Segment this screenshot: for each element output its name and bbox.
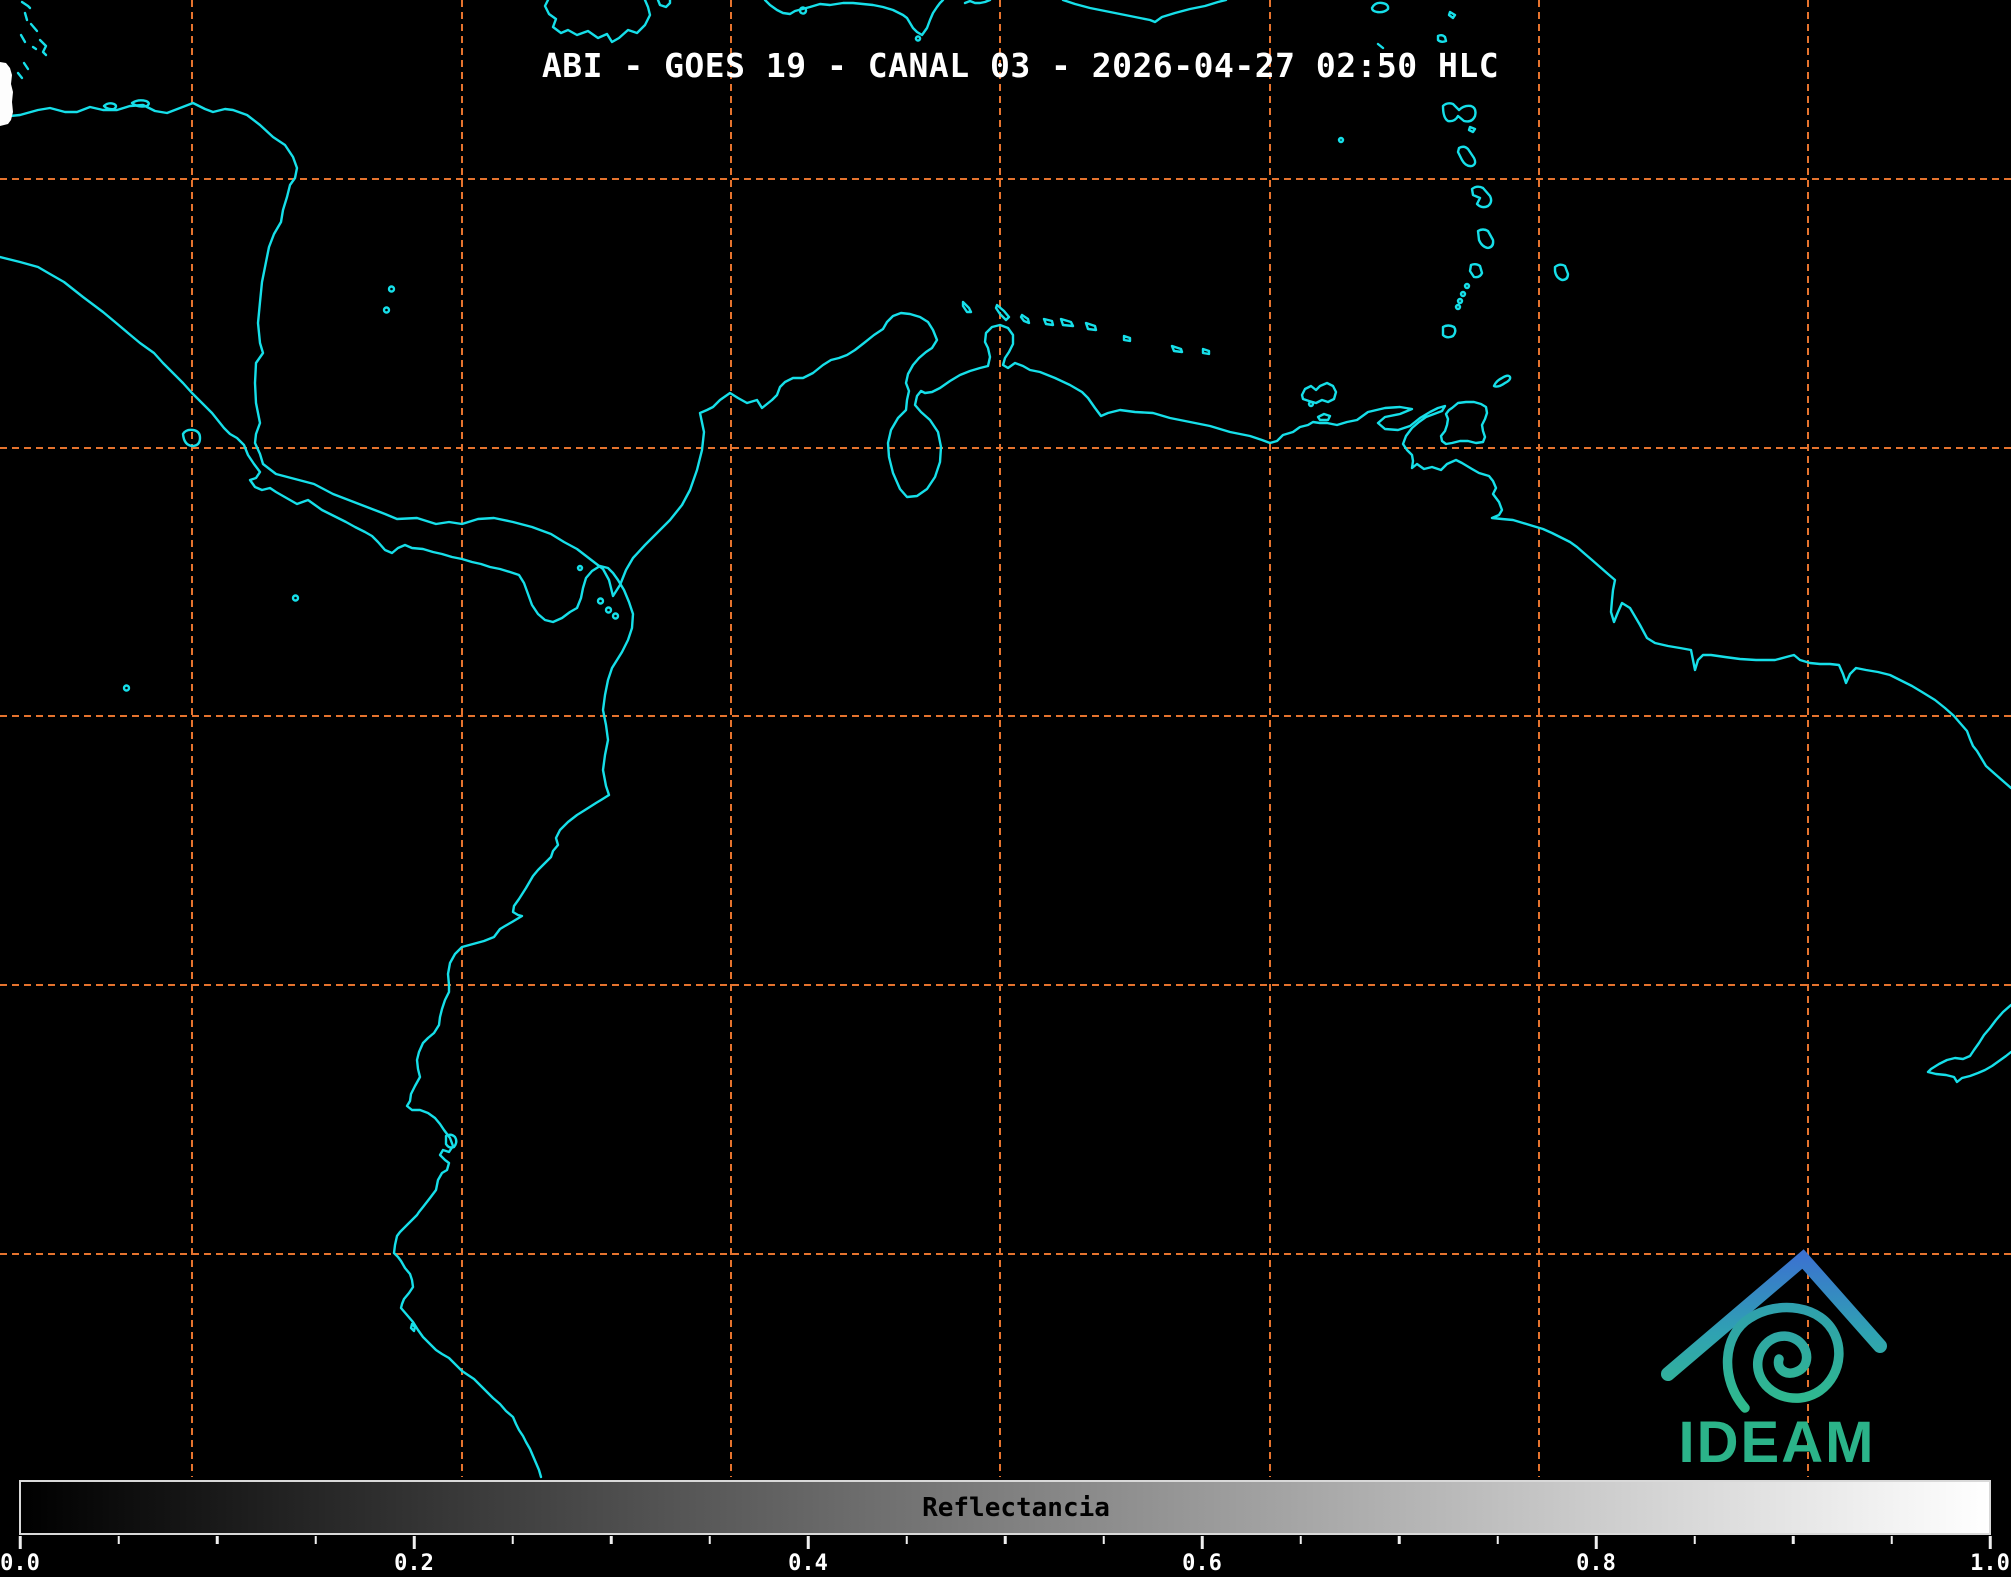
colorbar-minor-tick: [1398, 1536, 1401, 1544]
graticule-gridlines: [0, 0, 2011, 1477]
colorbar-tick-label: 0.4: [788, 1551, 828, 1576]
coastline-margarita: [1302, 383, 1336, 420]
image-title: ABI - GOES 19 - CANAL 03 - 2026-04-27 02…: [15, 46, 2011, 85]
colorbar-tick-label: 0.0: [0, 1551, 40, 1576]
colorbar-gradient: Reflectancia: [19, 1480, 1991, 1535]
colorbar-major-tick: [1989, 1536, 1992, 1549]
colorbar-minor-tick: [1890, 1536, 1893, 1544]
colorbar-major-tick: [1201, 1536, 1204, 1549]
colorbar-tick-label: 0.8: [1576, 1551, 1616, 1576]
ideam-logo-text: IDEAM: [1679, 1410, 1876, 1475]
ideam-mountain-icon: [1668, 1259, 1880, 1374]
colorbar-minor-tick: [1792, 1536, 1795, 1544]
colorbar-minor-tick: [1102, 1536, 1105, 1544]
colorbar-major-tick: [19, 1536, 22, 1549]
colorbar-major-tick: [807, 1536, 810, 1549]
satellite-image-viewer: IDEAM ABI - GOES 19 - CANAL 03 - 2026-04…: [0, 0, 2011, 1577]
coastline-pacific: [0, 257, 633, 1477]
colorbar-tick-label: 0.6: [1182, 1551, 1222, 1576]
colorbar-minor-tick: [511, 1536, 514, 1544]
colorbar-major-tick: [413, 1536, 416, 1549]
colorbar-minor-tick: [1299, 1536, 1302, 1544]
colorbar-minor-tick: [708, 1536, 711, 1544]
coastline-jamaica: [545, 0, 670, 42]
coastline-trinidad: [1441, 402, 1487, 444]
coastlines: [0, 0, 2011, 1477]
colorbar-minor-tick: [117, 1536, 120, 1544]
colorbar-minor-tick: [216, 1536, 219, 1544]
coastline-puerto-rico: [965, 0, 1226, 22]
coastline-caribbean-mainland: [0, 103, 2011, 788]
colorbar-tick-label: 0.2: [394, 1551, 434, 1576]
ideam-spiral-icon: [1728, 1308, 1839, 1408]
colorbar-minor-tick: [1004, 1536, 1007, 1544]
satellite-map: IDEAM: [0, 0, 2011, 1577]
colorbar: Reflectancia 0.0 0.2 0.4 0.6 0.8 1.0: [0, 1478, 2011, 1577]
colorbar-tick-label: 1.0: [1970, 1551, 2010, 1576]
cloud-patch: [0, 62, 13, 126]
coastline-tobago: [1494, 376, 1510, 387]
colorbar-minor-tick: [610, 1536, 613, 1544]
colorbar-minor-tick: [1496, 1536, 1499, 1544]
colorbar-major-tick: [1595, 1536, 1598, 1549]
colorbar-minor-tick: [905, 1536, 908, 1544]
islands-and-lakes: [104, 100, 618, 690]
coastline-hispaniola: [765, 0, 943, 41]
colorbar-ticks: 0.00.20.40.60.81.0: [20, 1536, 1990, 1577]
colorbar-minor-tick: [314, 1536, 317, 1544]
colorbar-minor-tick: [1693, 1536, 1696, 1544]
colorbar-label: Reflectancia: [922, 1493, 1110, 1523]
coastline-amapa: [1928, 1005, 2011, 1082]
ideam-logo: IDEAM: [1668, 1259, 1880, 1475]
